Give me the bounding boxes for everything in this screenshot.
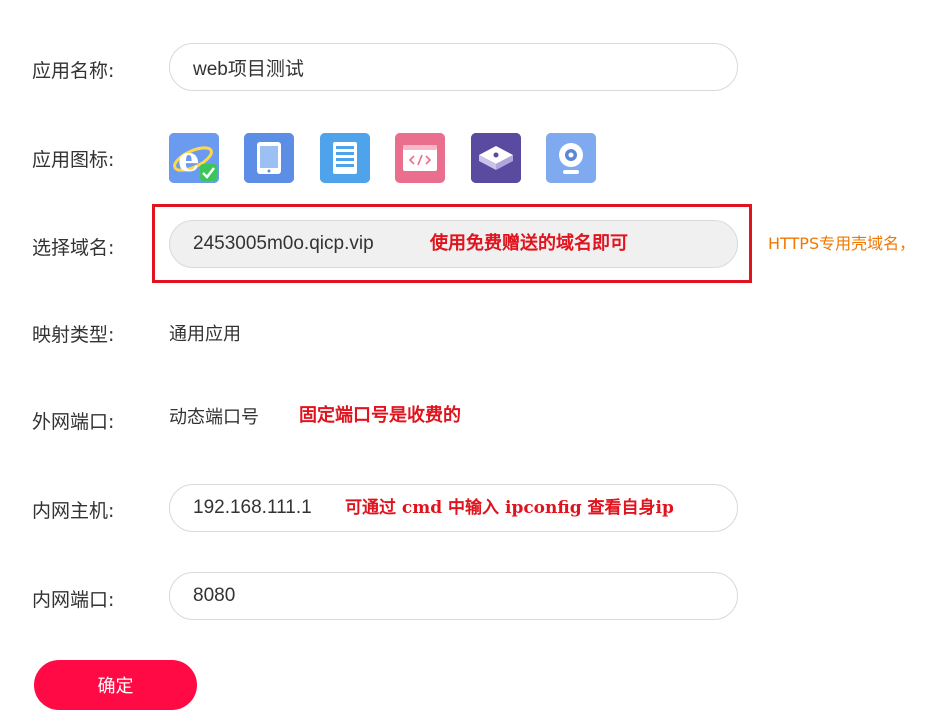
app-icon-label: 应用图标: xyxy=(32,149,115,171)
internal-host-value: 192.168.111.1 xyxy=(193,497,312,518)
mapping-type-label: 映射类型: xyxy=(32,324,115,346)
domain-annotation: 使用免费赠送的域名即可 xyxy=(430,233,628,254)
external-port-label: 外网端口: xyxy=(32,411,115,433)
mapping-type-value: 通用应用 xyxy=(169,324,241,345)
server-icon[interactable] xyxy=(320,133,370,183)
app-name-input[interactable]: web项目测试 xyxy=(169,43,738,91)
ie-browser-icon[interactable]: e xyxy=(169,133,219,183)
domain-label: 选择域名: xyxy=(32,237,115,259)
app-name-label: 应用名称: xyxy=(32,60,115,82)
network-switch-icon[interactable] xyxy=(471,133,521,183)
external-port-value: 动态端口号 xyxy=(169,407,259,428)
tablet-icon[interactable] xyxy=(244,133,294,183)
https-domain-note: HTTPS专用壳域名， xyxy=(768,234,916,253)
internal-host-label: 内网主机: xyxy=(32,500,115,522)
app-name-value: web项目测试 xyxy=(193,58,304,80)
internal-host-annotation: 可通过 cmd 中输入 ipconfig 查看自身ip xyxy=(345,498,674,518)
external-port-annotation: 固定端口号是收费的 xyxy=(299,405,461,426)
internal-port-value: 8080 xyxy=(193,585,236,606)
webcam-icon[interactable] xyxy=(546,133,596,183)
domain-value: 2453005m0o.qicp.vip xyxy=(193,233,374,254)
code-window-icon[interactable] xyxy=(395,133,445,183)
svg-text:e: e xyxy=(178,140,200,180)
internal-port-input[interactable]: 8080 xyxy=(169,572,738,620)
internal-port-label: 内网端口: xyxy=(32,589,115,611)
confirm-button[interactable]: 确定 xyxy=(34,660,197,710)
